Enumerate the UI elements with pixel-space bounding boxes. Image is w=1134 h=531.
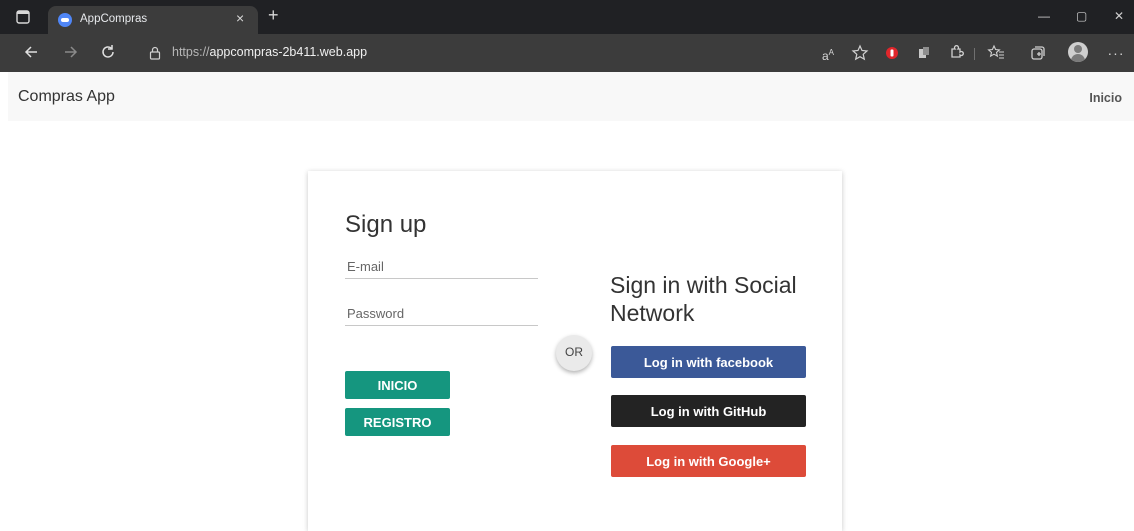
url-host: appcompras-2b411.web.app [209,45,368,59]
or-divider: OR [556,335,592,371]
url-field[interactable]: https://appcompras-2b411.web.app [172,45,367,59]
register-button[interactable]: REGISTRO [345,408,450,436]
email-input[interactable] [345,255,538,279]
facebook-login-button[interactable]: Log in with facebook [611,346,806,378]
maximize-icon[interactable]: ▢ [1076,9,1087,23]
tab-actions-icon[interactable] [14,8,32,26]
refresh-icon[interactable] [98,42,118,62]
app-favicon-icon [58,13,72,27]
add-favorite-icon[interactable] [850,43,870,63]
close-window-icon[interactable]: ✕ [1114,9,1124,23]
url-scheme: https:// [172,45,210,59]
read-aloud-icon[interactable]: aA [818,43,838,63]
login-button[interactable]: INICIO [345,371,450,399]
app-brand[interactable]: Compras App [18,88,115,106]
adblock-icon[interactable] [882,43,902,63]
minimize-icon[interactable]: — [1038,9,1050,23]
extensions-icon[interactable] [946,43,966,63]
browser-tab-bar: AppCompras × + — ▢ ✕ [0,0,1134,34]
lock-icon[interactable] [148,46,162,60]
browser-tab[interactable]: AppCompras × [48,6,258,34]
forward-icon[interactable] [60,42,80,62]
tab-close-icon[interactable]: × [236,10,244,26]
nav-link-inicio[interactable]: Inicio [1089,91,1122,105]
favorites-icon[interactable] [986,43,1006,63]
google-login-button[interactable]: Log in with Google+ [611,445,806,477]
toolbar-separator [974,48,975,60]
back-icon[interactable] [22,42,42,62]
address-bar: https://appcompras-2b411.web.app aA ··· [0,34,1134,72]
password-input[interactable] [345,302,538,326]
tab-title: AppCompras [80,13,148,25]
profile-icon[interactable] [1068,42,1088,62]
more-icon[interactable]: ··· [1106,43,1126,63]
signup-title: Sign up [345,211,427,238]
extension-icon[interactable] [914,43,934,63]
new-tab-icon[interactable]: + [268,6,279,24]
auth-card: Sign up INICIO REGISTRO OR Sign in with … [308,171,842,531]
collections-icon[interactable] [1028,43,1048,63]
github-login-button[interactable]: Log in with GitHub [611,395,806,427]
app-navbar: Compras App Inicio [8,72,1134,121]
social-title: Sign in with Social Network [610,272,797,326]
